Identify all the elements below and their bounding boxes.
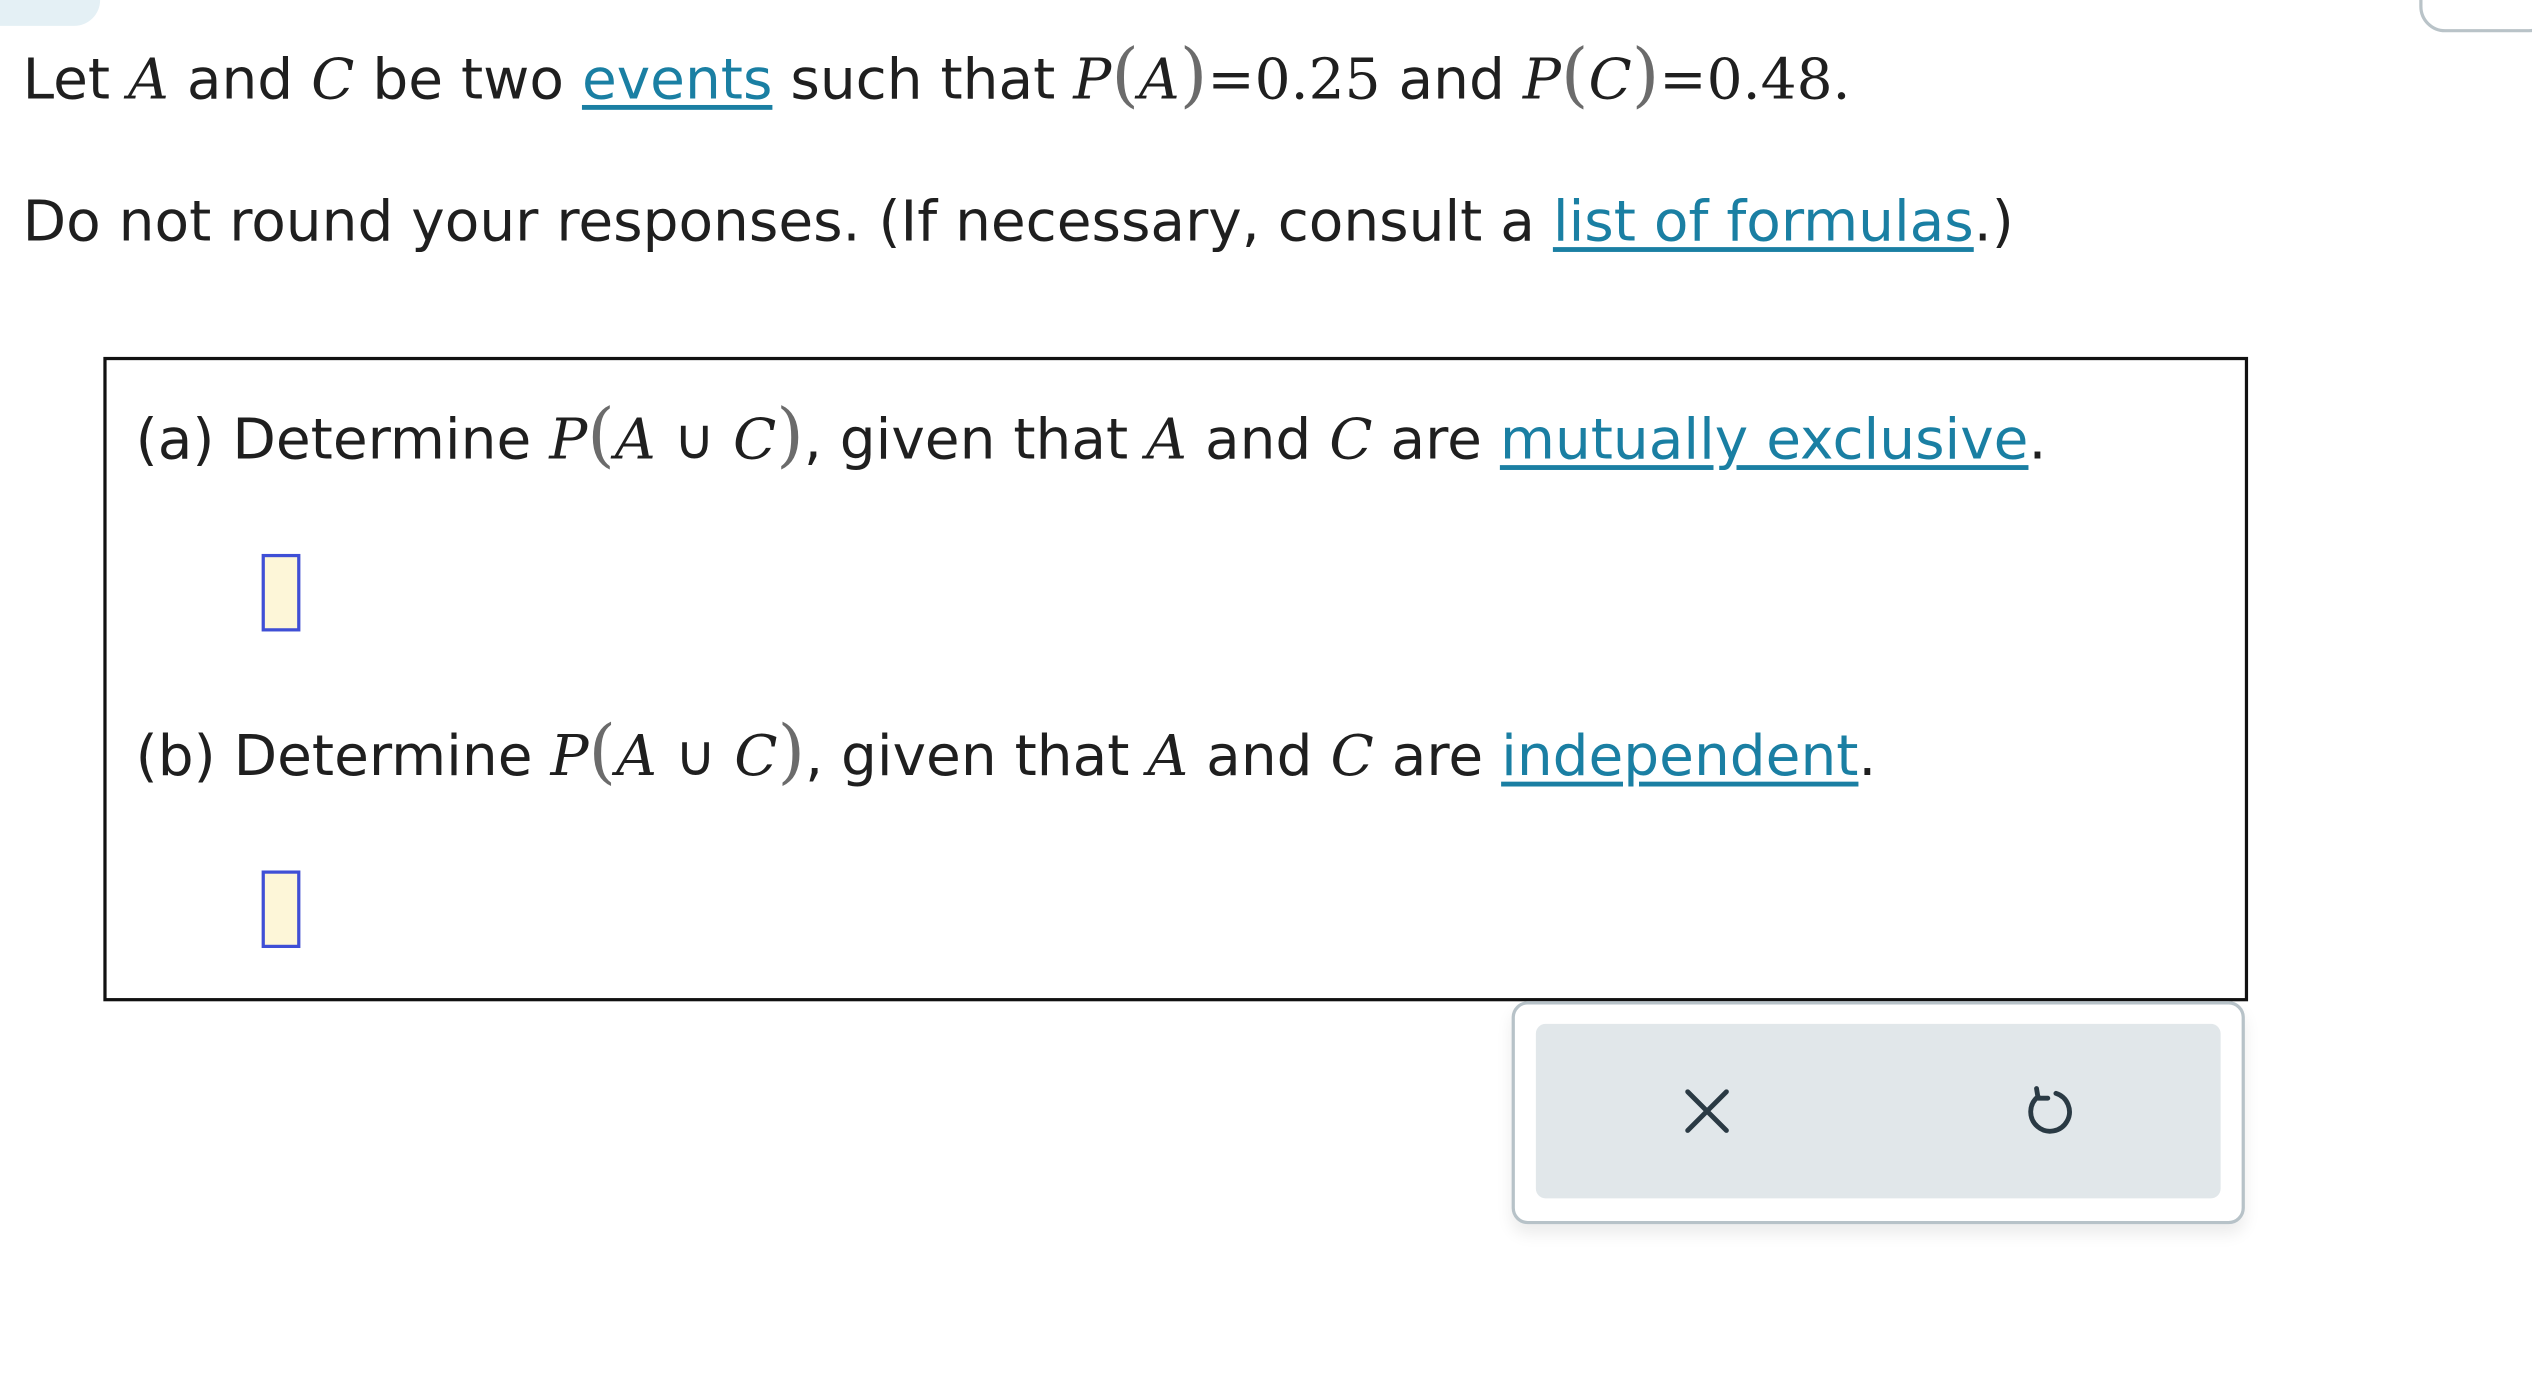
text: .): [1973, 190, 2014, 256]
text: , given that: [803, 408, 1147, 474]
var-a: A: [128, 48, 169, 114]
var-c: C: [311, 48, 355, 114]
paren-open: (: [588, 710, 617, 793]
clear-button[interactable]: [1665, 1069, 1749, 1153]
question-b: (b) Determine P(A ∪ C), given that A and…: [135, 716, 1877, 790]
paren-close: ): [1179, 33, 1208, 117]
text: and: [168, 48, 312, 114]
top-left-tab[interactable]: [0, 0, 101, 26]
events-link[interactable]: events: [582, 48, 772, 113]
paren-open: (: [1111, 33, 1139, 117]
period: .: [2028, 408, 2047, 474]
answer-b-input[interactable]: [261, 870, 301, 949]
instructions: Do not round your responses. (If necessa…: [23, 191, 2014, 256]
undo-icon: [2028, 1086, 2072, 1134]
top-right-button[interactable]: [2419, 0, 2532, 33]
text: Determine: [214, 408, 550, 474]
prob-c-value: =0.48: [1659, 48, 1833, 114]
text: Let: [22, 48, 129, 114]
var-a: A: [1147, 725, 1189, 790]
union-symbol: ∪: [656, 725, 735, 790]
paren-open: (: [1560, 33, 1589, 117]
period: .: [1832, 48, 1851, 114]
independent-link[interactable]: independent: [1501, 725, 1858, 790]
var-c: C: [1588, 48, 1632, 114]
toolbar-panel: [1535, 1023, 2221, 1199]
question-label: (a): [135, 408, 215, 474]
text: be two: [354, 48, 582, 114]
problem-statement: Let A and C be two events such that P(A)…: [22, 40, 1851, 114]
var-a: A: [616, 725, 657, 790]
close-icon: [1685, 1089, 1729, 1133]
text: are: [1372, 408, 1500, 474]
paren-close: ): [777, 710, 806, 793]
page: Let A and C be two events such that P(A)…: [0, 0, 2532, 1373]
formulas-link[interactable]: list of formulas: [1553, 191, 1974, 256]
question-box: (a) Determine P(A ∪ C), given that A and…: [103, 356, 2249, 1002]
prob-a-value: =0.25: [1207, 48, 1381, 114]
var-c: C: [1329, 408, 1373, 474]
var-c: C: [734, 725, 778, 790]
question-a: (a) Determine P(A ∪ C), given that A and…: [135, 400, 2047, 474]
paren-open: (: [587, 394, 615, 477]
prob-p: P: [550, 725, 589, 790]
paren-close: ): [776, 394, 804, 477]
paren-close: ): [1631, 33, 1660, 117]
text: such that: [772, 48, 1074, 114]
mutually-exclusive-link[interactable]: mutually exclusive: [1500, 409, 2029, 474]
text: Do not round your responses. (If necessa…: [22, 190, 1553, 256]
var-a: A: [1138, 48, 1180, 114]
text: , given that: [805, 725, 1148, 790]
undo-button[interactable]: [2007, 1069, 2091, 1153]
text: Determine: [215, 725, 551, 790]
var-c: C: [1330, 725, 1374, 790]
text: and: [1380, 48, 1523, 114]
prob-p: P: [1522, 48, 1561, 114]
var-c: C: [733, 408, 777, 474]
answer-a-input[interactable]: [261, 553, 301, 632]
period: .: [1858, 725, 1877, 790]
union-symbol: ∪: [655, 408, 734, 474]
var-a: A: [614, 408, 656, 474]
var-a: A: [1146, 408, 1187, 474]
prob-p: P: [549, 408, 588, 474]
prob-p: P: [1073, 48, 1112, 114]
answer-toolbar: [1511, 1001, 2245, 1225]
text: and: [1188, 725, 1331, 790]
question-label: (b): [135, 725, 216, 790]
text: are: [1373, 725, 1502, 790]
text: and: [1186, 408, 1330, 474]
